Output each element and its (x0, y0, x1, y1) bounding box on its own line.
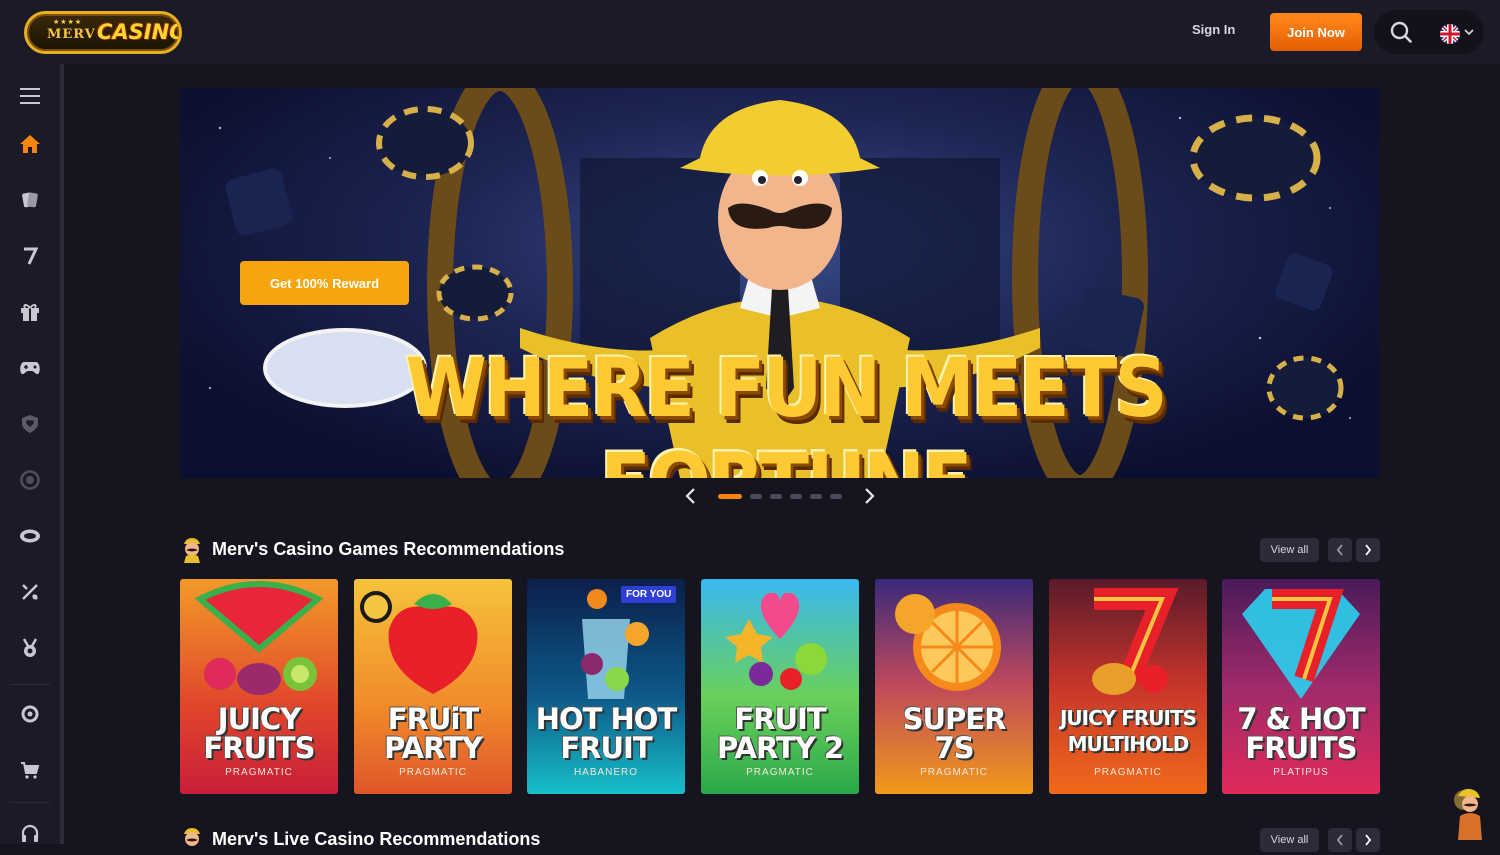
game-provider: PRAGMATIC (225, 767, 293, 778)
game-card[interactable]: JUICY FRUITS MULTIHOLD PRAGMATIC (1049, 579, 1207, 794)
carousel-dots (718, 494, 842, 499)
shield-heart-icon[interactable] (18, 412, 42, 436)
gamepad-icon[interactable] (18, 356, 42, 380)
game-provider: PRAGMATIC (920, 767, 988, 778)
logo-merv-text: MERV (47, 27, 96, 42)
game-provider: PRAGMATIC (1094, 767, 1162, 778)
chevron-right-icon[interactable] (1356, 828, 1380, 852)
tools-icon[interactable] (18, 580, 42, 604)
casino-games-row: JUICY FRUITS PRAGMATIC FRUiT PARTY PRAGM… (180, 579, 1380, 794)
game-title: FRUiT PARTY (384, 702, 483, 765)
carousel-dot[interactable] (810, 494, 822, 499)
logo-casino-text: CASINO (97, 20, 182, 44)
game-title: SUPER 7S (902, 702, 1007, 765)
poker-table-icon[interactable] (18, 524, 42, 548)
game-art (194, 581, 324, 695)
medal-icon[interactable] (18, 636, 42, 660)
section-title: Merv's Live Casino Recommendations (212, 829, 541, 849)
home-icon[interactable] (18, 132, 42, 156)
header-tools (1374, 10, 1484, 54)
merv-mascot-icon (184, 538, 200, 563)
chevron-left-icon[interactable] (1328, 828, 1352, 852)
game-title: JUICY FRUITS (203, 702, 315, 765)
game-card[interactable]: FOR YOU HOT HOT FRUIT HABANERO (527, 579, 685, 794)
game-provider: PRAGMATIC (399, 767, 467, 778)
carousel-dot[interactable] (750, 494, 762, 499)
view-all-button[interactable]: View all (1260, 828, 1319, 852)
game-provider: PLATIPUS (1273, 767, 1329, 778)
view-all-button[interactable]: View all (1260, 538, 1319, 562)
gift-icon[interactable] (18, 300, 42, 324)
game-provider: PRAGMATIC (746, 767, 814, 778)
game-card[interactable]: FRUiT PARTY PRAGMATIC (354, 579, 512, 794)
carousel-prev-icon[interactable] (684, 487, 698, 505)
banner-headline: WHERE FUN MEETS FORTUNE (405, 341, 1167, 478)
for-you-badge: FOR YOU (621, 586, 677, 603)
search-icon[interactable] (1390, 21, 1412, 43)
game-title: FRUIT PARTY 2 (716, 702, 844, 765)
chevron-down-icon[interactable] (1464, 28, 1474, 36)
top-header: ★★★★ MERV CASINO Sign In Join Now (0, 0, 1500, 64)
sidebar-divider (10, 684, 50, 685)
game-provider: HABANERO (573, 767, 639, 778)
chevron-left-icon[interactable] (1328, 538, 1352, 562)
game-art (895, 594, 1001, 691)
game-card[interactable]: 7 & HOT FRUITS PLATIPUS (1222, 579, 1380, 794)
carousel-dot[interactable] (718, 494, 742, 499)
carousel-dot[interactable] (790, 494, 802, 499)
game-art (1092, 588, 1179, 695)
hero-banner[interactable]: WHERE FUN MEETS FORTUNE Get 100% Reward (180, 88, 1380, 478)
game-art (1242, 589, 1360, 699)
logo-stars: ★★★★ (53, 18, 83, 26)
merv-mascot-icon (184, 828, 200, 846)
join-now-button[interactable]: Join Now (1270, 13, 1362, 51)
carousel-dot[interactable] (770, 494, 782, 499)
sign-in-link[interactable]: Sign In (1192, 22, 1235, 37)
live-casino-section-header: Merv's Live Casino Recommendations View … (180, 825, 1380, 855)
carousel-next-icon[interactable] (862, 487, 876, 505)
casino-games-section-header: Merv's Casino Games Recommendations View… (180, 535, 1380, 565)
carousel-dot[interactable] (830, 494, 842, 499)
floating-mascot-icon[interactable] (1446, 786, 1492, 840)
game-title: HOT HOT FRUIT (535, 702, 678, 765)
sidebar-scrollbar[interactable] (60, 64, 64, 844)
seven-icon[interactable] (18, 244, 42, 268)
chevron-right-icon[interactable] (1356, 538, 1380, 562)
chip-icon[interactable] (18, 468, 42, 492)
game-art (725, 592, 827, 690)
get-reward-button[interactable]: Get 100% Reward (240, 261, 409, 305)
cart-icon[interactable] (18, 758, 42, 782)
merv-coin-icon[interactable] (18, 702, 42, 726)
sidebar-divider (10, 802, 50, 803)
game-title: JUICY FRUITS MULTIHOLD (1059, 706, 1197, 756)
headset-icon[interactable] (18, 822, 42, 846)
game-card[interactable]: SUPER 7S PRAGMATIC (875, 579, 1033, 794)
merv-casino-logo[interactable]: ★★★★ MERV CASINO (24, 11, 182, 54)
sidebar (0, 64, 60, 844)
game-title: 7 & HOT FRUITS (1237, 702, 1365, 765)
game-card[interactable]: JUICY FRUITS PRAGMATIC (180, 579, 338, 794)
section-title: Merv's Casino Games Recommendations (212, 539, 565, 559)
game-art (360, 591, 478, 694)
game-card[interactable]: FRUIT PARTY 2 PRAGMATIC (701, 579, 859, 794)
cards-icon[interactable] (18, 188, 42, 212)
uk-flag-icon[interactable] (1440, 24, 1460, 44)
menu-icon[interactable] (18, 84, 42, 108)
